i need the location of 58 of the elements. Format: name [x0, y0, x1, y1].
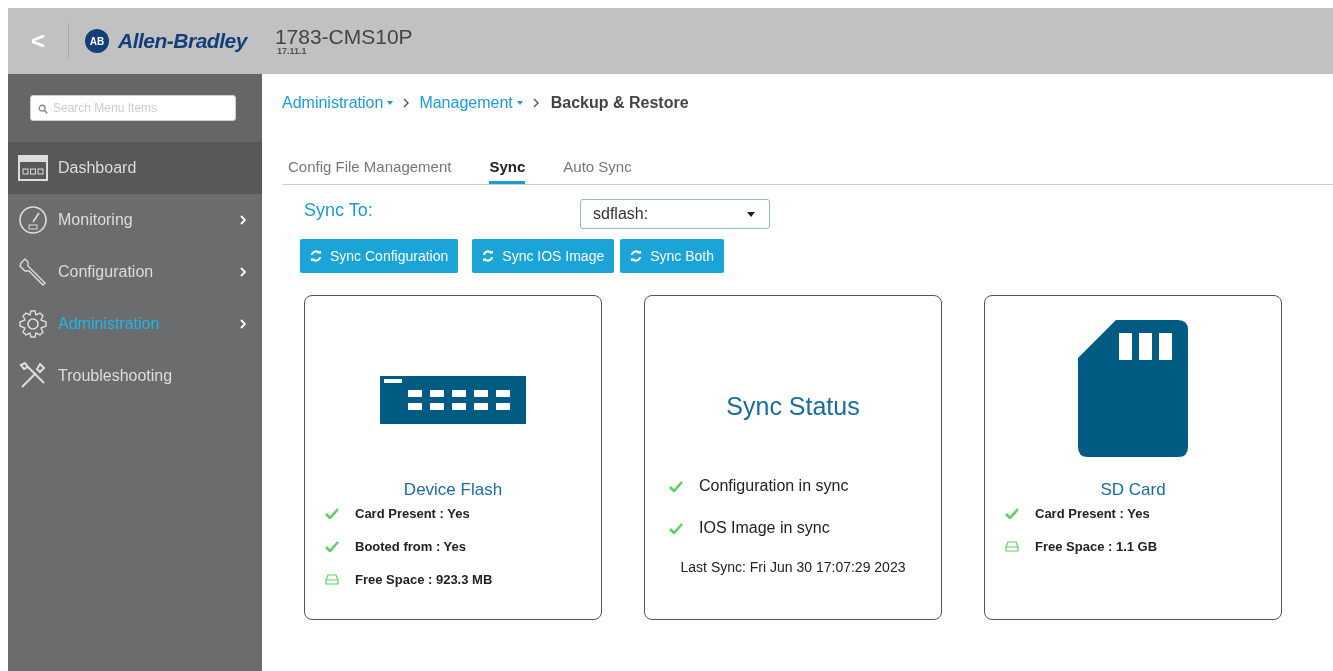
sync-button[interactable]: Sync Configuration [300, 239, 459, 273]
caret-icon [387, 101, 394, 105]
card-title: SD Card [1100, 480, 1166, 500]
tab[interactable]: Sync [489, 158, 526, 184]
menu-item[interactable]: Monitoring [8, 194, 262, 246]
refresh-icon [310, 250, 322, 262]
breadcrumb-link[interactable]: Management [419, 94, 523, 112]
dashboard-icon [18, 155, 48, 181]
wrench-icon [18, 257, 48, 287]
caret-icon [516, 101, 523, 105]
menu-item[interactable]: Troubleshooting [8, 350, 262, 402]
status-text: Configuration in sync [699, 477, 849, 495]
chevron-icon [403, 98, 410, 108]
target-dropdown[interactable]: sdflash: [580, 199, 770, 229]
status-text: Booted from : Yes [355, 539, 466, 554]
field-label: Sync To: [304, 199, 374, 221]
refresh-icon [482, 250, 495, 262]
status-text: Free Space : 923.3 MB [355, 572, 493, 587]
menu-label: Troubleshooting [58, 367, 174, 385]
version-text: 17.11.1 [276, 47, 308, 56]
tab[interactable]: Auto Sync [563, 158, 650, 184]
card-title: Device Flash [403, 480, 503, 500]
check-icon [669, 522, 683, 534]
menu-label: Configuration [58, 263, 155, 281]
status-text: Card Present : Yes [1035, 506, 1150, 521]
logo-mark: AB [85, 29, 109, 53]
check-icon [325, 508, 339, 519]
switch-icon [380, 376, 526, 424]
menu-label: Administration [58, 315, 161, 333]
sync-button[interactable]: Sync IOS Image [472, 239, 615, 273]
breadcrumb-link[interactable]: Administration [282, 94, 394, 112]
menu-item[interactable]: Configuration [8, 246, 262, 298]
status-text: Free Space : 1.1 GB [1035, 539, 1158, 554]
brand-name: Allen-Bradley [118, 29, 247, 53]
menu-item[interactable]: Dashboard [8, 142, 262, 194]
refresh-icon [630, 250, 643, 262]
search-icon [38, 104, 48, 114]
status-text: Card Present : Yes [355, 506, 470, 521]
device-name: 1783-CMS10P [274, 26, 413, 47]
card-title: Sync Status [726, 392, 860, 421]
drive-icon [1005, 541, 1019, 552]
sync-button[interactable]: Sync Both [620, 239, 725, 273]
gear-icon [18, 309, 48, 339]
status-text: IOS Image in sync [699, 519, 830, 537]
tab[interactable]: Config File Management [288, 158, 470, 184]
menu-label: Dashboard [58, 159, 138, 177]
menu-item[interactable]: Administration [8, 298, 262, 350]
sd-card-icon [1078, 320, 1188, 457]
gauge-icon [18, 205, 48, 235]
drive-icon [325, 574, 339, 585]
check-icon [325, 541, 339, 552]
caret-icon [747, 211, 755, 217]
menu-label: Monitoring [58, 211, 134, 229]
check-icon [1005, 508, 1019, 519]
breadcrumb-current: Backup & Restore [550, 94, 689, 112]
chevron-icon [532, 98, 539, 108]
check-icon [669, 480, 683, 492]
last-sync-text: Last Sync: Fri Jun 30 17:07:29 2023 [680, 559, 906, 575]
